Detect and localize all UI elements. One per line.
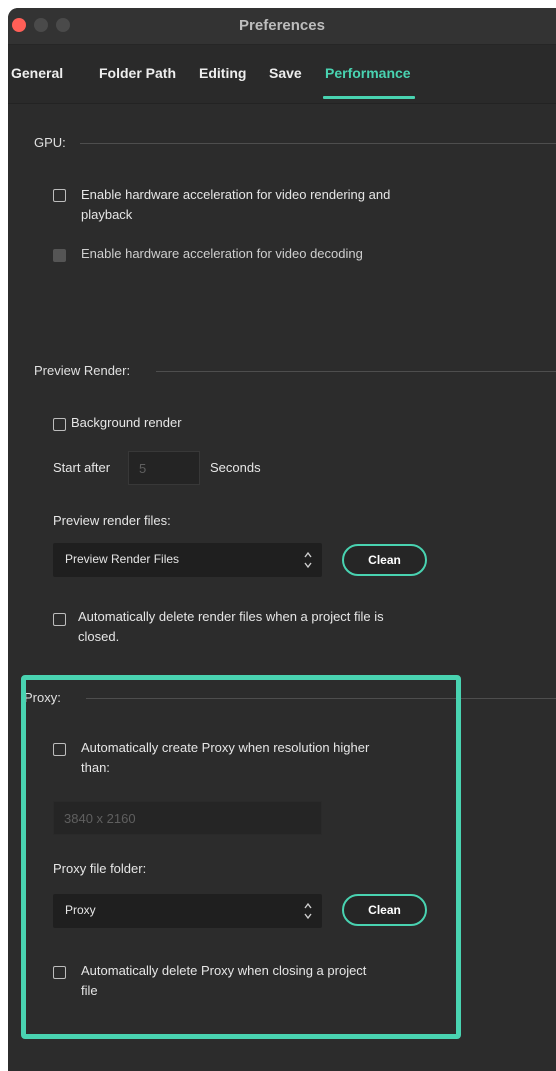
clean-proxy-button[interactable]: Clean: [342, 894, 427, 926]
proxy-folder-select[interactable]: Proxy: [53, 894, 322, 928]
background-render-checkbox[interactable]: [53, 418, 66, 431]
proxy-section-divider: [86, 698, 556, 699]
hw-accel-decode-checkbox[interactable]: [53, 249, 66, 262]
tab-performance[interactable]: Performance: [325, 65, 411, 81]
chevron-updown-icon: [304, 902, 312, 920]
title-bar: Preferences: [8, 8, 556, 45]
proxy-resolution-select[interactable]: 3840 x 2160: [53, 801, 322, 835]
window-title: Preferences: [239, 17, 325, 34]
proxy-section-label: Proxy:: [24, 690, 61, 705]
hw-accel-render-checkbox[interactable]: [53, 189, 66, 202]
auto-delete-proxy-label: Automatically delete Proxy when closing …: [81, 963, 367, 998]
auto-delete-render-files-label: Automatically delete render files when a…: [78, 609, 384, 644]
preferences-window: Preferences General Folder Path Editing …: [8, 8, 556, 1071]
seconds-unit-label: Seconds: [210, 460, 261, 475]
proxy-file-folder-label: Proxy file folder:: [53, 861, 147, 876]
preview-render-section-label: Preview Render:: [34, 363, 131, 378]
auto-delete-proxy-checkbox[interactable]: [53, 966, 66, 979]
tab-editing[interactable]: Editing: [199, 65, 246, 81]
preview-render-section-divider: [156, 371, 556, 372]
gpu-section-divider: [80, 143, 556, 144]
auto-delete-render-files-checkbox[interactable]: [53, 613, 66, 626]
background-render-label: Background render: [71, 415, 182, 430]
auto-create-proxy-checkbox[interactable]: [53, 743, 66, 756]
preferences-tabs: General Folder Path Editing Save Perform…: [8, 45, 556, 104]
auto-create-proxy-label: Automatically create Proxy when resoluti…: [81, 740, 370, 775]
preview-render-files-value: Preview Render Files: [65, 552, 180, 566]
hw-accel-render-label: Enable hardware acceleration for video r…: [81, 187, 391, 222]
start-after-label: Start after: [53, 460, 111, 475]
active-tab-indicator: [323, 96, 415, 99]
chevron-updown-icon: [304, 551, 312, 569]
hw-accel-decode-label: Enable hardware acceleration for video d…: [81, 246, 363, 261]
proxy-folder-value: Proxy: [65, 903, 96, 917]
preview-render-files-label: Preview render files:: [53, 513, 171, 528]
gpu-section-label: GPU:: [34, 135, 66, 150]
clean-preview-render-button[interactable]: Clean: [342, 544, 427, 576]
tab-save[interactable]: Save: [269, 65, 302, 81]
preview-render-files-select[interactable]: Preview Render Files: [53, 543, 322, 577]
tab-folder-path[interactable]: Folder Path: [99, 65, 176, 81]
start-after-seconds-input[interactable]: 5: [128, 451, 200, 485]
tab-general[interactable]: General: [11, 65, 63, 81]
